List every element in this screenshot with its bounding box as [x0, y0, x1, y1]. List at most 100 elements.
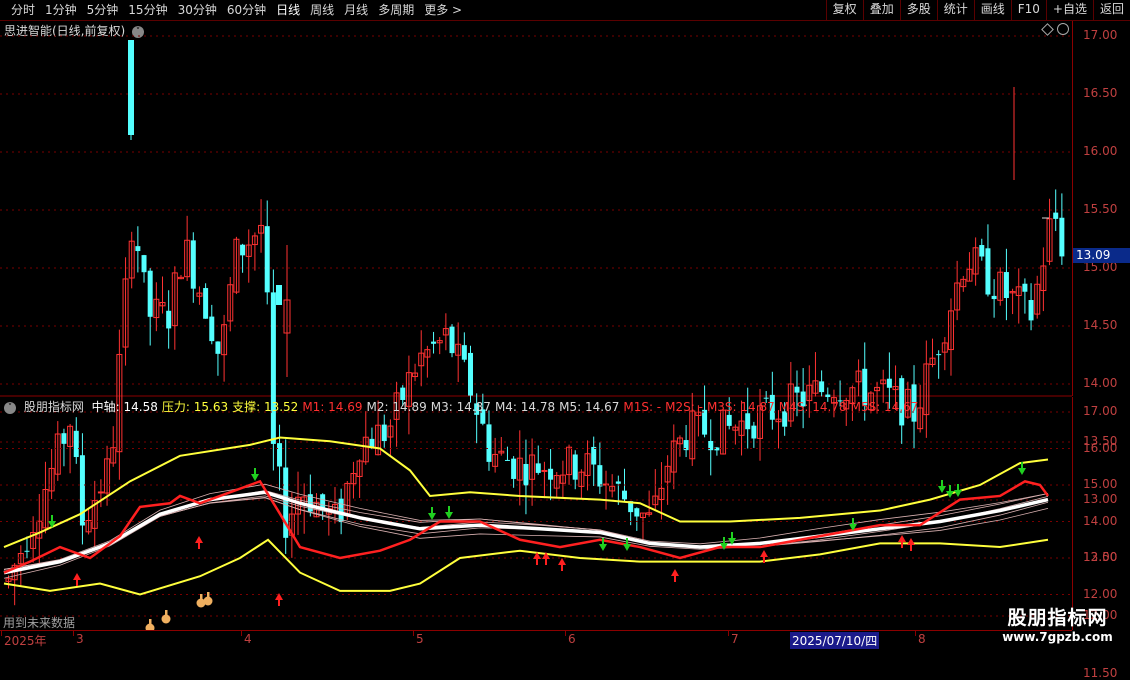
indicator-title: 股朋指标网	[23, 400, 84, 414]
date-axis: 2025/07/10/四 2025年 3 4 5 6 7 8	[0, 630, 1072, 651]
chart-canvas[interactable]	[0, 0, 1072, 630]
down-arrow-icon	[48, 521, 56, 528]
candle-body	[468, 352, 473, 396]
candle-body	[886, 378, 892, 388]
candle-body	[985, 248, 991, 295]
candle-body	[431, 341, 437, 344]
candle-body	[504, 459, 510, 461]
price-tick: 11.50	[1083, 666, 1118, 680]
candle-body	[264, 226, 270, 293]
candle-body	[991, 295, 997, 300]
candle-body	[141, 255, 147, 273]
down-arrow-icon	[954, 490, 962, 497]
candle-body	[751, 425, 757, 439]
candle-body	[276, 285, 282, 305]
candle-body	[541, 469, 548, 472]
legend-item: M2: 14.89	[366, 400, 427, 414]
candle-body	[240, 244, 246, 256]
candle-body	[1022, 283, 1028, 292]
candle-body	[597, 465, 603, 487]
legend-item: M4: 14.78	[494, 400, 556, 414]
candle-body	[166, 310, 172, 329]
date-label: 3	[76, 632, 84, 646]
candle-body	[591, 446, 597, 465]
candle-body	[1053, 212, 1059, 219]
candle-body	[338, 498, 344, 523]
candle-body	[1003, 272, 1009, 299]
indicator-tick: 13.00	[1083, 550, 1118, 564]
watermark-name: 股朋指标网	[1007, 607, 1108, 629]
watermark: 股朋指标网 www.7gpzb.com	[985, 603, 1130, 644]
hand-icon	[207, 592, 210, 598]
candle-body	[203, 288, 209, 319]
legend-item: M5S: 14.67	[850, 400, 919, 414]
date-label: 2025年	[4, 634, 47, 648]
up-arrow-icon	[558, 558, 566, 565]
legend-item: M1: 14.69	[302, 400, 363, 414]
toolbar-button[interactable]: 返回	[1092, 0, 1130, 20]
candle-body	[819, 381, 825, 393]
legend-item: 支撑: 13.52	[232, 400, 299, 414]
date-label: 5	[416, 632, 424, 646]
hand-icon	[200, 594, 203, 600]
candle-body	[97, 491, 104, 494]
candle-body	[135, 246, 141, 252]
candle-body	[486, 424, 492, 462]
candle-body	[936, 354, 942, 356]
price-tick: 16.00	[1083, 144, 1118, 158]
legend-item: M1S: -	[623, 400, 662, 414]
date-label: 7	[731, 632, 739, 646]
legend-item: M2S: -	[665, 400, 703, 414]
legend-item: 中轴: 14.58	[91, 400, 158, 414]
date-tick	[1, 631, 2, 636]
candle-body	[511, 458, 517, 479]
chevron-down-icon[interactable]: ˅	[4, 402, 16, 414]
legend-item: M3: 14.87	[430, 400, 491, 414]
candle-body	[449, 326, 455, 354]
legend-item: M3S: 14.87	[706, 400, 775, 414]
legend-item: M4S: 14.78	[778, 400, 847, 414]
current-price-tag: 13.09	[1073, 248, 1130, 263]
legend-item: 压力: 15.63	[161, 400, 229, 414]
candle-body	[615, 481, 621, 484]
candle-body	[61, 433, 67, 444]
date-tick	[241, 631, 242, 636]
candle-body	[745, 413, 751, 430]
date-tick	[915, 631, 916, 636]
candle-body	[461, 345, 467, 360]
candle-body	[572, 454, 578, 480]
selected-date: 2025/07/10/四	[790, 632, 880, 649]
support-line	[3, 538, 1049, 596]
down-arrow-icon	[251, 474, 259, 481]
price-tick: 14.50	[1083, 318, 1118, 332]
indicator-tick: 12.00	[1083, 586, 1118, 601]
up-arrow-icon	[671, 569, 679, 576]
candle-body	[24, 550, 30, 552]
up-arrow-icon	[898, 535, 906, 542]
up-arrow-icon	[760, 550, 768, 557]
date-label: 8	[918, 632, 926, 646]
down-arrow-icon	[1018, 468, 1026, 475]
price-tick: 15.50	[1083, 202, 1118, 216]
candle-body	[548, 468, 554, 480]
hand-icon	[165, 610, 168, 616]
candle-body	[209, 316, 215, 342]
candle-body	[215, 341, 221, 354]
indicator-tick: 15.00	[1083, 477, 1118, 491]
date-tick	[413, 631, 414, 636]
candle-body	[381, 424, 387, 442]
future-data-label: 用到未来数据	[3, 616, 76, 630]
candle-body	[79, 455, 85, 526]
candle-body	[73, 430, 79, 458]
date-tick	[728, 631, 729, 636]
date-label: 6	[568, 632, 576, 646]
candle-body	[622, 490, 627, 500]
candle-body	[794, 386, 800, 393]
candle-body	[726, 414, 732, 426]
indicator-tick: 16.00	[1083, 440, 1118, 455]
up-arrow-icon	[907, 538, 915, 545]
candle-body	[1059, 217, 1065, 257]
down-arrow-icon	[938, 486, 946, 493]
up-arrow-icon	[195, 536, 203, 543]
candle-body	[190, 240, 196, 289]
